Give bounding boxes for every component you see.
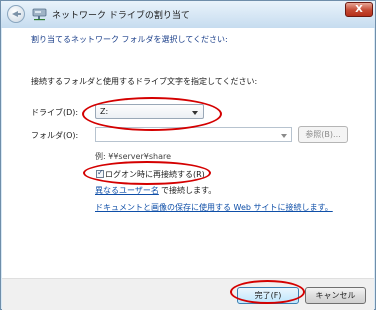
highlight-oval-finish	[230, 280, 305, 304]
highlight-oval-reconnect	[83, 161, 211, 185]
network-drive-icon	[32, 8, 47, 21]
back-button[interactable]	[7, 5, 25, 23]
other-user-suffix: で接続します。	[161, 186, 217, 195]
title-bar: ネットワーク ドライブの割り当て X	[1, 1, 375, 28]
highlight-oval-drive	[82, 97, 222, 131]
browse-button[interactable]: 参照(B)...	[298, 126, 348, 143]
drive-label: ドライブ(D):	[31, 108, 79, 117]
instruction-text: 接続するフォルダと使用するドライブ文字を指定してください:	[31, 77, 258, 86]
footer-bar: 完了(F) キャンセル	[2, 278, 374, 310]
map-network-drive-dialog: ネットワーク ドライブの割り当て X 割り当てるネットワーク フォルダを選択して…	[0, 0, 376, 310]
chevron-down-icon	[281, 134, 287, 138]
close-button[interactable]: X	[345, 2, 373, 17]
cancel-button[interactable]: キャンセル	[305, 287, 366, 304]
dialog-content: 割り当てるネットワーク フォルダを選択してください: 接続するフォルダと使用する…	[2, 28, 374, 278]
window-title: ネットワーク ドライブの割り当て	[52, 11, 190, 21]
heading-text: 割り当てるネットワーク フォルダを選択してください:	[31, 35, 228, 44]
folder-label: フォルダ(O):	[31, 131, 79, 140]
website-link[interactable]: ドキュメントと画像の保存に使用する Web サイトに接続します。	[95, 202, 333, 213]
other-user-link[interactable]: 異なるユーザー名	[95, 185, 159, 196]
